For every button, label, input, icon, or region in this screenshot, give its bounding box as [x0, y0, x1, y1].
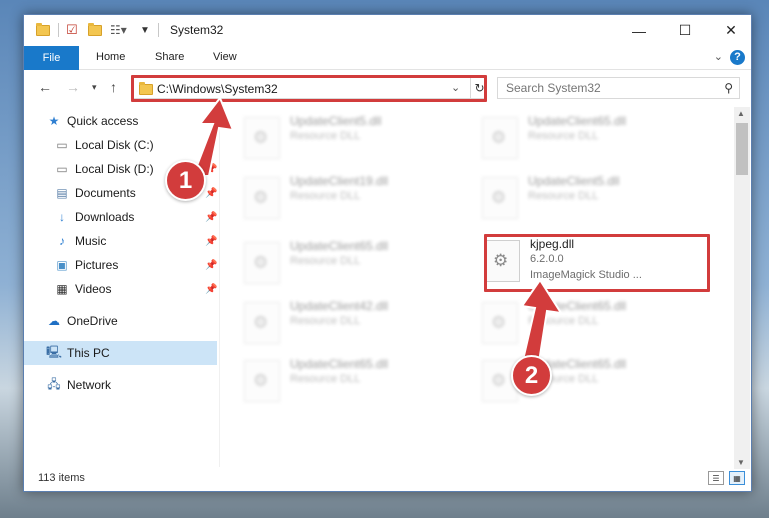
arrow-2 [520, 278, 564, 364]
annotation-arrows [191, 96, 564, 364]
callout-2: 2 [511, 355, 552, 396]
callout-1: 1 [165, 160, 206, 201]
